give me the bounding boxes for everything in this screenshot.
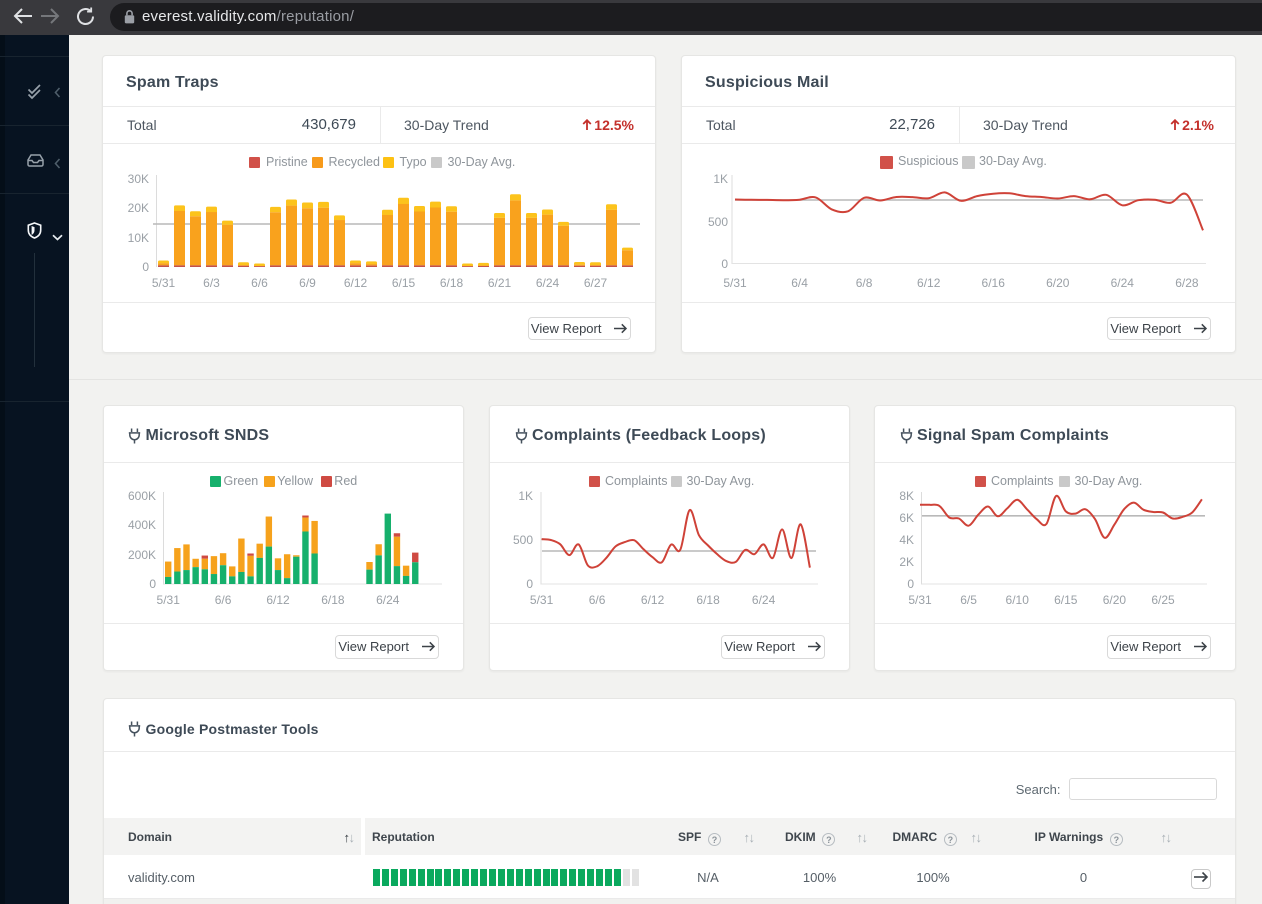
- svg-text:6/12: 6/12: [917, 276, 941, 290]
- svg-text:200K: 200K: [127, 548, 155, 562]
- svg-text:4K: 4K: [899, 533, 914, 547]
- svg-text:1K: 1K: [713, 172, 728, 186]
- svg-text:1K: 1K: [518, 489, 533, 503]
- svg-text:6/10: 6/10: [1006, 593, 1030, 607]
- svg-text:6/15: 6/15: [1054, 593, 1078, 607]
- svg-text:6/12: 6/12: [344, 276, 368, 290]
- svg-text:5/31: 5/31: [908, 593, 932, 607]
- svg-text:20K: 20K: [128, 201, 149, 215]
- svg-text:6/15: 6/15: [392, 276, 416, 290]
- svg-text:6/12: 6/12: [641, 593, 665, 607]
- svg-text:6/20: 6/20: [1046, 276, 1070, 290]
- svg-text:6/21: 6/21: [488, 276, 512, 290]
- svg-text:8K: 8K: [899, 489, 914, 503]
- svg-text:6/27: 6/27: [584, 276, 608, 290]
- svg-text:6/12: 6/12: [266, 593, 290, 607]
- svg-text:6/6: 6/6: [214, 593, 231, 607]
- svg-text:500: 500: [708, 215, 728, 229]
- svg-text:5/31: 5/31: [530, 593, 554, 607]
- svg-text:5/31: 5/31: [723, 276, 747, 290]
- svg-text:6/5: 6/5: [960, 593, 977, 607]
- svg-text:6/24: 6/24: [536, 276, 560, 290]
- svg-text:6/24: 6/24: [1111, 276, 1135, 290]
- svg-text:6/4: 6/4: [791, 276, 808, 290]
- svg-text:6/3: 6/3: [203, 276, 220, 290]
- svg-text:6/28: 6/28: [1175, 276, 1199, 290]
- svg-text:6/18: 6/18: [321, 593, 345, 607]
- svg-text:6/18: 6/18: [440, 276, 464, 290]
- svg-text:10K: 10K: [128, 231, 149, 245]
- svg-text:6/9: 6/9: [299, 276, 316, 290]
- svg-text:0: 0: [721, 257, 728, 271]
- svg-text:2K: 2K: [899, 555, 914, 569]
- svg-text:6/16: 6/16: [982, 276, 1006, 290]
- svg-text:5/31: 5/31: [156, 593, 180, 607]
- svg-text:6/6: 6/6: [589, 593, 606, 607]
- svg-text:6/6: 6/6: [251, 276, 268, 290]
- svg-text:6K: 6K: [899, 511, 914, 525]
- svg-text:0: 0: [526, 577, 533, 591]
- svg-text:5/31: 5/31: [152, 276, 176, 290]
- svg-text:0: 0: [142, 260, 149, 274]
- svg-text:600K: 600K: [127, 489, 155, 503]
- svg-text:400K: 400K: [127, 518, 155, 532]
- svg-text:6/25: 6/25: [1151, 593, 1175, 607]
- svg-text:6/24: 6/24: [752, 593, 776, 607]
- svg-text:6/24: 6/24: [376, 593, 400, 607]
- svg-text:500: 500: [513, 533, 533, 547]
- svg-text:0: 0: [149, 577, 156, 591]
- svg-text:6/20: 6/20: [1103, 593, 1127, 607]
- svg-text:0: 0: [907, 577, 914, 591]
- svg-text:30K: 30K: [128, 172, 149, 186]
- svg-text:6/18: 6/18: [696, 593, 720, 607]
- svg-text:6/8: 6/8: [856, 276, 873, 290]
